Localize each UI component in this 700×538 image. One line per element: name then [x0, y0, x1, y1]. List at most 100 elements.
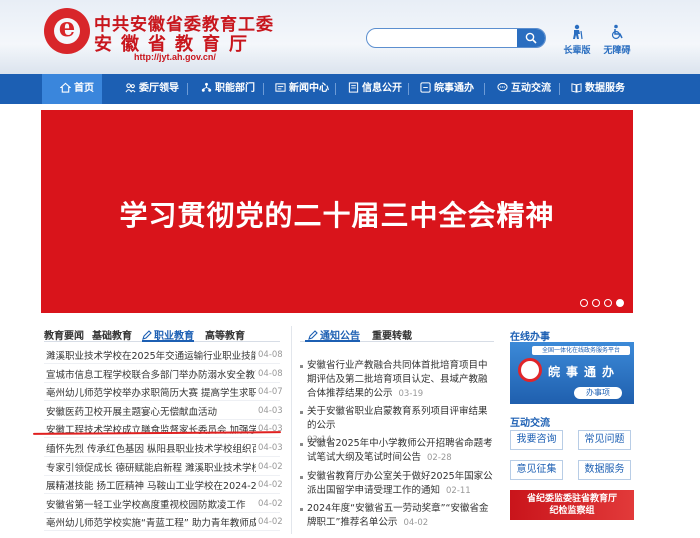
list-item[interactable]: 安徽省第一轻工业学校高度重视校园防欺凌工作: [46, 497, 276, 513]
nav-divider: [263, 83, 264, 95]
discipline-inspection-banner[interactable]: 省纪委监委驻省教育厅 纪检监察组: [510, 490, 634, 520]
nav-divider: [408, 83, 409, 95]
wan-logo-icon: [518, 358, 542, 382]
opinion-button[interactable]: 意见征集: [510, 460, 563, 480]
nav-label: 皖事通办: [434, 83, 474, 94]
nav-label: 委厅领导: [139, 83, 179, 94]
active-tab-underline: [305, 340, 360, 342]
nav-news[interactable]: 新闻中心: [275, 74, 329, 104]
nav-disclosure[interactable]: 信息公开: [348, 74, 402, 104]
row-divider: [44, 475, 280, 476]
nav-leaders[interactable]: 委厅领导: [125, 74, 179, 104]
list-item-date: 04-02: [258, 499, 283, 509]
carousel-dot[interactable]: [580, 299, 588, 307]
list-item-title: 缅怀先烈 传承红色基因 枞阳县职业技术学校组织百...: [46, 444, 256, 455]
nav-data[interactable]: 数据服务: [571, 74, 625, 104]
row-divider: [44, 419, 280, 420]
elder-mode-button[interactable]: 长辈版: [557, 24, 597, 56]
tab-reprints[interactable]: 重要转载: [372, 327, 412, 342]
nav-home[interactable]: 首页: [42, 74, 102, 104]
site-url: http://jyt.ah.gov.cn/: [134, 52, 216, 62]
hero-banner[interactable]: 学习贯彻党的二十届三中全会精神: [41, 110, 633, 313]
nav-label: 首页: [74, 83, 94, 94]
list-item-date: 04-03: [258, 443, 283, 453]
list-item-date: 04-08: [258, 369, 283, 379]
nav-label: 数据服务: [585, 83, 625, 94]
news-icon: [275, 83, 286, 92]
accessibility-button[interactable]: 无障碍: [597, 24, 637, 56]
carousel-dot[interactable]: [592, 299, 600, 307]
list-item-date: 04-08: [258, 350, 283, 360]
notice-item[interactable]: 2024年度“安徽省五一劳动奖章”“安徽省金牌职工”推荐名单公示 04-02: [300, 502, 493, 530]
wan-service-banner[interactable]: 全国一体化在线政务服务平台 皖事通办 办事项: [510, 342, 634, 404]
notice-date: 04-02: [403, 518, 429, 528]
list-item-title: 专家引领促成长 德研赋能启新程 濉溪职业技术学校...: [46, 463, 256, 474]
wan-title: 皖事通办: [548, 365, 621, 379]
nav-interaction[interactable]: 互动交流: [497, 74, 551, 104]
list-item[interactable]: 专家引领促成长 德研赋能启新程 濉溪职业技术学校...: [46, 460, 276, 476]
data-icon: [571, 83, 582, 93]
carousel-dot-active[interactable]: [616, 299, 624, 307]
bullet: [300, 443, 303, 446]
consult-button[interactable]: 我要咨询: [510, 430, 563, 450]
list-item[interactable]: 安徽工程技术学校成立膳食监督家长委员会 加强学校...: [46, 422, 276, 438]
search-button[interactable]: [517, 29, 545, 47]
disclosure-icon: [348, 82, 359, 93]
departments-icon: [201, 82, 212, 92]
nav-divider: [335, 83, 336, 95]
faq-button[interactable]: 常见问题: [578, 430, 631, 450]
list-item[interactable]: 濉溪职业技术学校在2025年交通运输行业职业技能...: [46, 348, 276, 364]
notice-title: 安徽省2025年中小学教师公开招聘省命题考试笔试大纲及笔试时间公告: [307, 438, 493, 463]
site-header: e 中共安徽省委教育工委 安徽省教育厅 http://jyt.ah.gov.cn…: [0, 0, 700, 74]
list-item[interactable]: 缅怀先烈 传承红色基因 枞阳县职业技术学校组织百...: [46, 441, 276, 457]
notice-date: 02-28: [427, 453, 452, 463]
bullet: [300, 476, 303, 479]
notice-date: 02-11: [446, 486, 471, 496]
search-box: [366, 28, 546, 48]
list-item[interactable]: 宣城市信息工程学校联合多部门举办防溺水安全教育...: [46, 367, 276, 383]
row-divider: [44, 493, 280, 494]
data-service-button[interactable]: 数据服务: [578, 460, 631, 480]
notice-title: 2024年度“安徽省五一劳动奖章”“安徽省金牌职工”推荐名单公示: [307, 503, 489, 528]
list-item-title: 安徽省第一轻工业学校高度重视校园防欺凌工作: [46, 500, 246, 511]
row-divider: [44, 530, 280, 531]
row-divider: [44, 382, 280, 383]
tab-education-news[interactable]: 教育要闻: [44, 327, 84, 342]
carousel-dot[interactable]: [604, 299, 612, 307]
search-icon: [525, 32, 537, 44]
list-item-title: 宣城市信息工程学校联合多部门举办防溺水安全教育...: [46, 370, 256, 381]
row-divider: [44, 400, 280, 401]
nav-service[interactable]: 皖事通办: [420, 74, 474, 104]
tab-higher-education[interactable]: 高等教育: [205, 327, 245, 342]
wan-do-button[interactable]: 办事项: [574, 387, 622, 399]
list-item[interactable]: 展精湛技能 扬工匠精神 马鞍山工业学校在2024-202...: [46, 478, 276, 494]
nav-divider: [559, 83, 560, 95]
column-divider: [291, 326, 292, 534]
nav-departments[interactable]: 职能部门: [201, 74, 255, 104]
main-nav: 首页 委厅领导 职能部门 新闻中心 信息公开 皖事通办 互动交流 数据服务: [0, 74, 700, 104]
notice-title: 安徽省行业产教融合共同体首批培育项目中期评估及第二批培育项目认定、县域产教融合体…: [307, 360, 488, 399]
active-tab-underline: [142, 340, 194, 342]
row-divider: [44, 363, 280, 364]
bullet: [300, 365, 303, 368]
search-input[interactable]: [375, 31, 515, 45]
notice-item[interactable]: 安徽省2025年中小学教师公开招聘省命题考试笔试大纲及笔试时间公告 02-28: [300, 437, 493, 465]
wheelchair-icon: [611, 24, 623, 40]
leaders-icon: [125, 83, 136, 93]
list-item[interactable]: 亳州幼儿师范学校实施“青蓝工程” 助力青年教师成...: [46, 515, 276, 531]
notice-item[interactable]: 安徽省教育厅办公室关于做好2025年国家公派出国留学申请受理工作的通知 02-11: [300, 470, 493, 498]
notice-item[interactable]: 安徽省行业产教融合共同体首批培育项目中期评估及第二批培育项目认定、县域产教融合体…: [300, 359, 493, 401]
list-item-date: 04-02: [258, 480, 283, 490]
list-item[interactable]: 安徽医药卫校开展主题宴心无偿献血活动: [46, 404, 276, 420]
elder-icon: [573, 24, 583, 40]
list-item-title: 安徽医药卫校开展主题宴心无偿献血活动: [46, 407, 218, 418]
tab-basic-education[interactable]: 基础教育: [92, 327, 132, 342]
list-item-date: 04-03: [258, 406, 283, 416]
list-item[interactable]: 亳州幼儿师范学校举办求职简历大赛 提高学生求职技...: [46, 385, 276, 401]
list-item-title: 展精湛技能 扬工匠精神 马鞍山工业学校在2024-202...: [46, 481, 256, 492]
notice-title: 关于安徽省职业启蒙教育系列项目评审结果的公示: [307, 406, 488, 431]
notice-date: 03-19: [398, 389, 424, 399]
banner-headline: 学习贯彻党的二十届三中全会精神: [119, 199, 555, 232]
list-item-title: 濉溪职业技术学校在2025年交通运输行业职业技能...: [46, 351, 256, 362]
list-item-date: 04-02: [258, 517, 283, 527]
